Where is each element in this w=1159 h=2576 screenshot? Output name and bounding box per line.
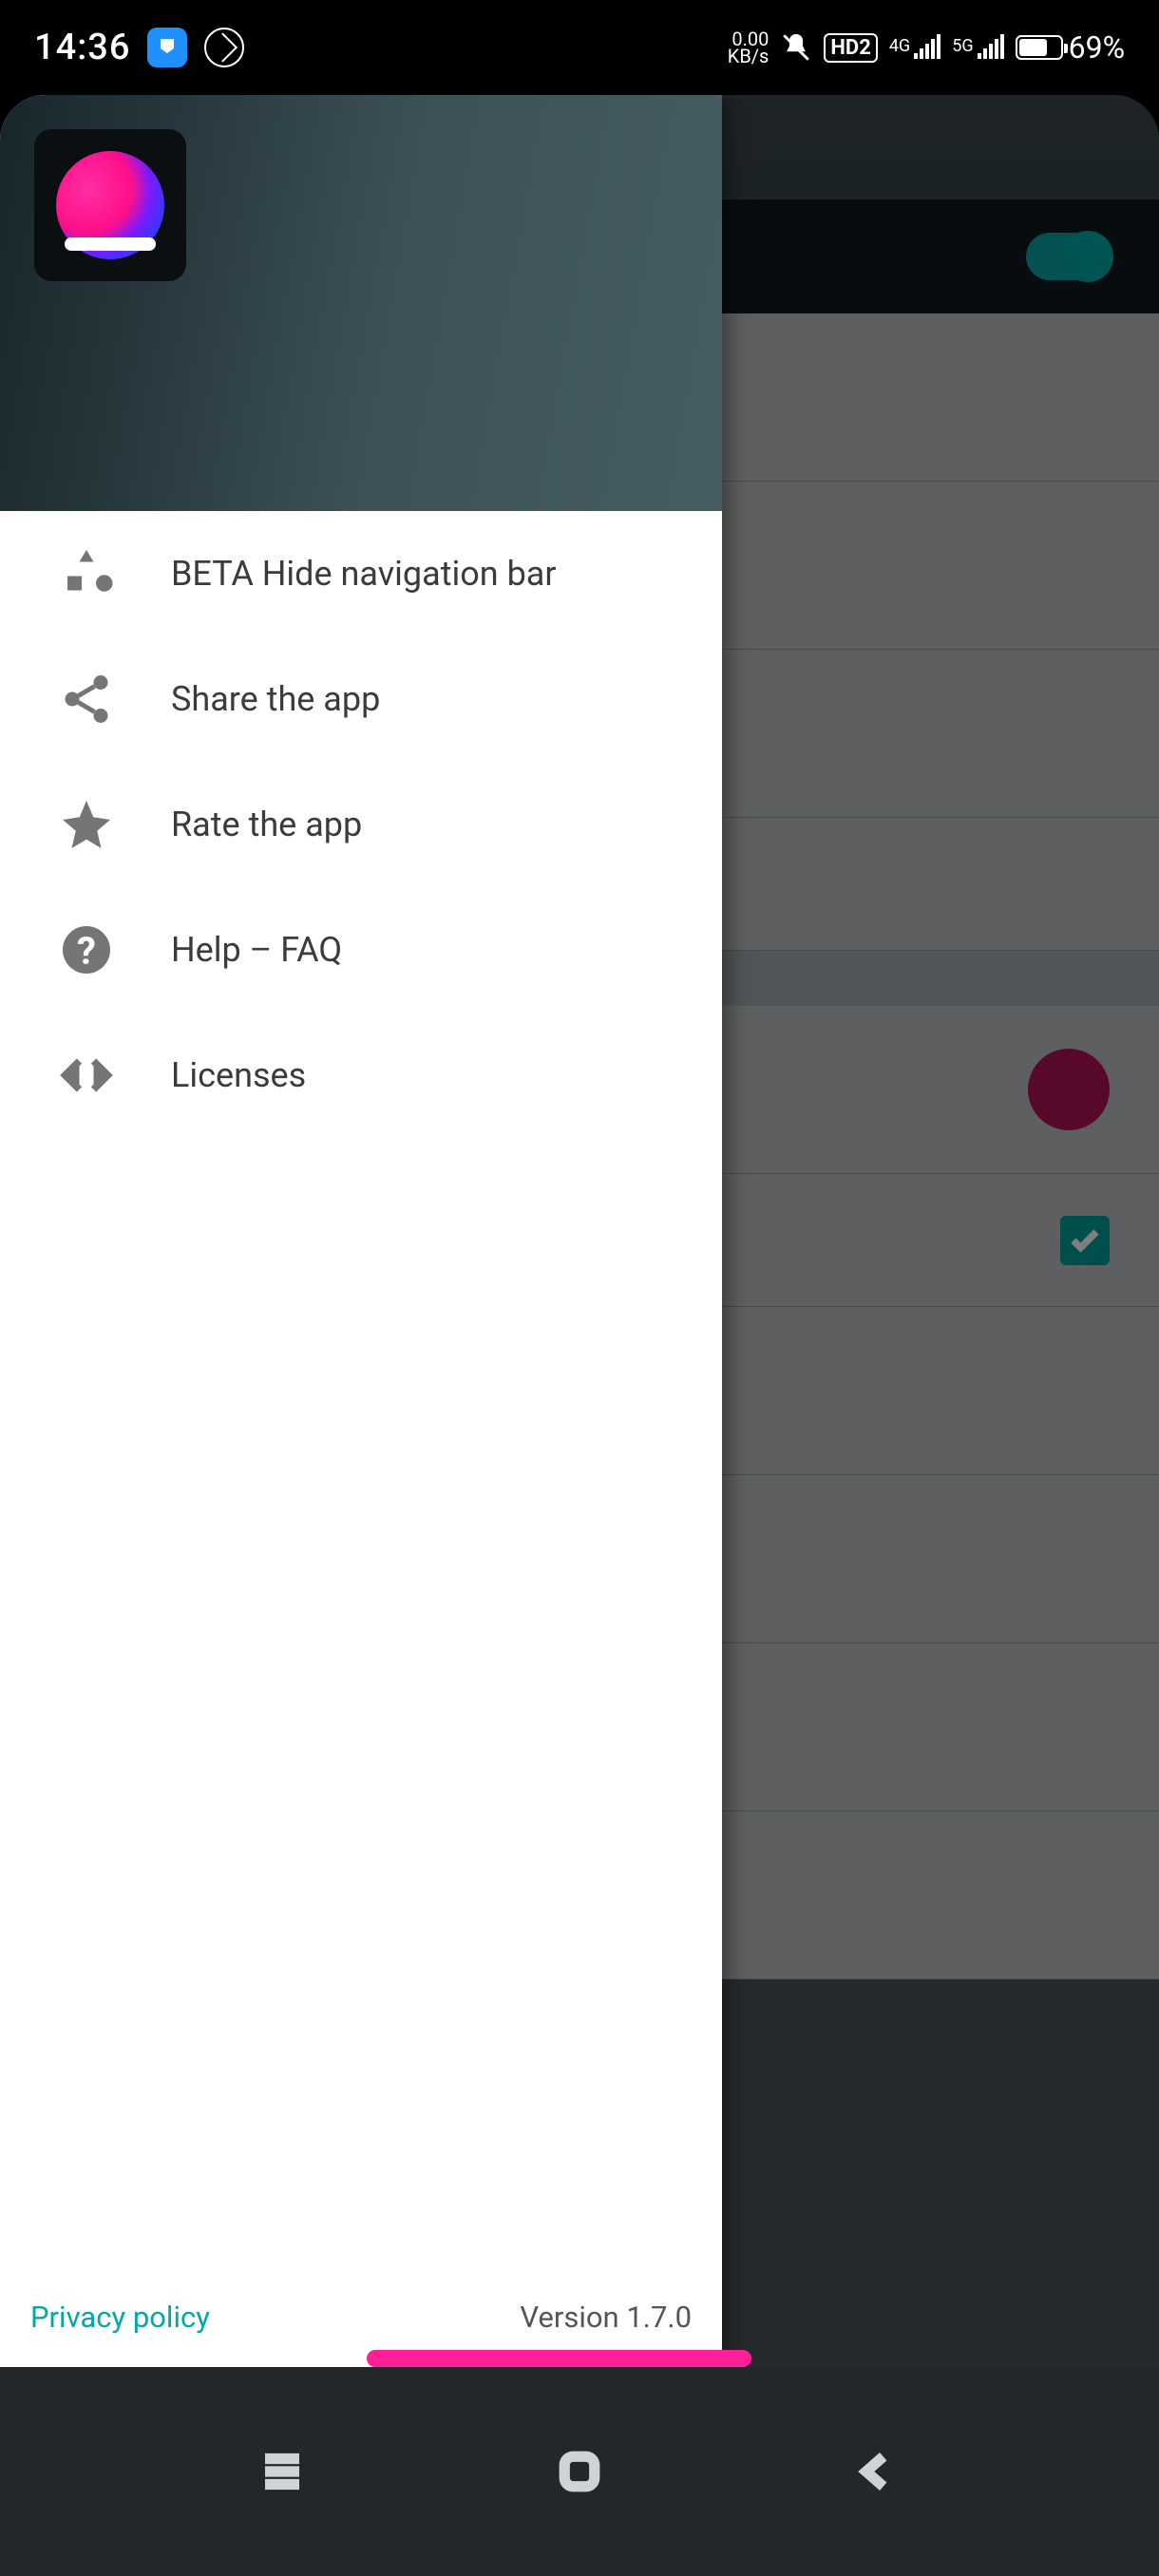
status-data-rate-unit: KB/s	[728, 47, 770, 65]
status-bar-right: 0.00 KB/s HD2 4G 5G 69%	[728, 29, 1125, 66]
home-button[interactable]	[550, 2442, 609, 2501]
drawer-header	[0, 95, 722, 511]
recent-apps-button[interactable]	[253, 2442, 312, 2501]
hd-badge: HD2	[824, 33, 877, 63]
navigation-drawer: BETA Hide navigation bar Share the app R…	[0, 95, 722, 2367]
help-icon: ?	[55, 921, 118, 978]
drawer-item-hide-navbar[interactable]: BETA Hide navigation bar	[0, 511, 722, 636]
drawer-item-rate[interactable]: Rate the app	[0, 762, 722, 887]
version-label: Version 1.7.0	[520, 2300, 692, 2335]
phone-screen: 14:36 0.00 KB/s HD2 4G 5G	[0, 0, 1159, 2576]
signal-5g-label: 5G	[952, 36, 975, 56]
status-time: 14:36	[34, 27, 130, 68]
battery-percent: 69%	[1069, 29, 1125, 66]
app-icon	[34, 129, 186, 281]
share-icon	[55, 671, 118, 728]
signal-5g: 5G	[952, 36, 1003, 59]
mute-icon	[780, 31, 812, 64]
battery-indicator: 69%	[1016, 29, 1125, 66]
drawer-item-help[interactable]: ? Help – FAQ	[0, 887, 722, 1013]
star-icon	[55, 796, 118, 853]
drawer-item-label: Licenses	[171, 1055, 306, 1095]
drawer-list: BETA Hide navigation bar Share the app R…	[0, 511, 722, 2285]
status-bar: 14:36 0.00 KB/s HD2 4G 5G	[0, 0, 1159, 95]
shapes-icon	[55, 545, 118, 602]
gesture-home-bar[interactable]	[367, 2350, 751, 2367]
status-data-rate: 0.00 KB/s	[728, 30, 770, 65]
privacy-policy-link[interactable]: Privacy policy	[30, 2300, 210, 2335]
drawer-item-label: Help – FAQ	[171, 930, 342, 970]
svg-text:?: ?	[77, 929, 96, 974]
back-button[interactable]	[847, 2442, 906, 2501]
code-icon	[55, 1047, 118, 1104]
drawer-item-label: BETA Hide navigation bar	[171, 554, 557, 594]
drawer-item-share[interactable]: Share the app	[0, 636, 722, 762]
drawer-item-label: Share the app	[171, 679, 380, 719]
drawer-item-licenses[interactable]: Licenses	[0, 1013, 722, 1138]
signal-4g: 4G	[889, 36, 940, 59]
notification-icon-compass	[204, 28, 244, 67]
signal-4g-label: 4G	[889, 36, 912, 56]
system-navbar	[0, 2367, 1159, 2576]
drawer-item-label: Rate the app	[171, 805, 362, 844]
notification-icon-app-download	[147, 28, 187, 67]
status-bar-left: 14:36	[34, 27, 244, 68]
